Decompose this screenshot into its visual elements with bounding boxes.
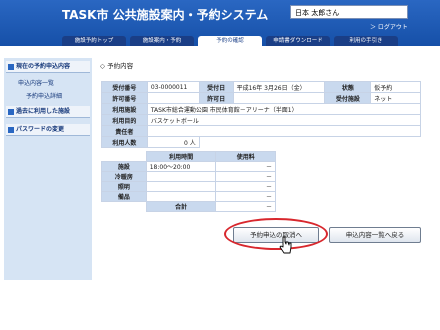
main-nav: 施設予約トップ 施設案内・予約 予約の確認 申請書ダウンロード 利用の手引き bbox=[62, 36, 398, 46]
table-row: 利用人数 0 人 bbox=[101, 136, 421, 148]
person-value bbox=[146, 125, 422, 137]
usage-row-time bbox=[145, 191, 217, 202]
table-row: 許可番号 許可日 受付施設 ネット bbox=[101, 92, 421, 104]
sidebar-sub-reservation-detail[interactable]: 予約申込詳細 bbox=[26, 91, 62, 100]
square-bullet-icon bbox=[8, 64, 14, 70]
user-name-box: 日本 太郎さん bbox=[290, 5, 408, 19]
purpose-value: バスケットボール bbox=[146, 114, 422, 126]
square-bullet-icon bbox=[8, 127, 14, 133]
purpose-label: 利用目的 bbox=[101, 114, 148, 126]
usage-row-label: 冷暖房 bbox=[101, 171, 147, 182]
usage-row-time bbox=[145, 181, 217, 192]
table-row: 利用施設 TASK市総合運動公園 市民体育館－アリーナ（半面1） bbox=[101, 103, 422, 115]
method-label: 受付施設 bbox=[324, 92, 372, 104]
table-row: 照明 － bbox=[101, 181, 276, 192]
usage-row-label: 備品 bbox=[101, 191, 147, 202]
tab-download[interactable]: 申請書ダウンロード bbox=[266, 36, 330, 46]
table-row: 施設 18:00～20:00 － bbox=[101, 161, 276, 172]
table-row: 責任者 bbox=[101, 125, 422, 137]
receipt-no-label: 受付番号 bbox=[101, 81, 148, 93]
receipt-no-value: 03-0000011 bbox=[146, 81, 200, 93]
count-value: 0 人 bbox=[146, 136, 200, 148]
sidebar-item-past-facilities[interactable]: 過去に利用した施設 bbox=[6, 106, 90, 118]
tab-reservation-top[interactable]: 施設予約トップ bbox=[62, 36, 126, 46]
method-value: ネット bbox=[370, 92, 421, 104]
red-highlight-ellipse bbox=[224, 218, 328, 250]
sidebar: 現在の予約申込内容 申込内容一覧 予約申込詳細 過去に利用した施設 パスワードの… bbox=[4, 58, 92, 280]
usage-total-label: 合計 bbox=[145, 201, 217, 212]
usage-row-fee: － bbox=[215, 181, 276, 192]
usage-total-value: － bbox=[215, 201, 276, 212]
permit-date-label: 許可日 bbox=[198, 92, 234, 104]
reservation-info-table: 受付番号 03-0000011 受付日 平成16年 3月26日（金） 状態 仮予… bbox=[101, 81, 422, 148]
usage-row-time bbox=[145, 171, 217, 182]
facility-value: TASK市総合運動公園 市民体育館－アリーナ（半面1） bbox=[146, 103, 422, 115]
table-row: 利用目的 バスケットボール bbox=[101, 114, 422, 126]
usage-row-label: 照明 bbox=[101, 181, 147, 192]
header-bar: TASK市 公共施設案内・予約システム 日本 太郎さん ＞ ログアウト 施設予約… bbox=[0, 0, 440, 46]
tab-reservation-check[interactable]: 予約の確認 bbox=[198, 36, 262, 46]
app-title: TASK市 公共施設案内・予約システム bbox=[62, 8, 269, 22]
table-header-row: 利用時間 使用料 bbox=[102, 151, 276, 162]
tab-facility-info[interactable]: 施設案内・予約 bbox=[130, 36, 194, 46]
receipt-date-label: 受付日 bbox=[198, 81, 234, 93]
permit-date-value bbox=[232, 92, 326, 104]
status-label: 状態 bbox=[324, 81, 372, 93]
table-row: 合計 － bbox=[102, 201, 276, 212]
back-to-list-button[interactable]: 申込内容一覧へ戻る bbox=[329, 227, 421, 243]
facility-label: 利用施設 bbox=[101, 103, 148, 115]
mouse-pointer-icon bbox=[279, 236, 292, 254]
person-label: 責任者 bbox=[101, 125, 148, 137]
permit-no-label: 許可番号 bbox=[101, 92, 148, 104]
section-title: ◇ 予約内容 bbox=[100, 62, 134, 70]
square-bullet-icon bbox=[8, 109, 14, 115]
table-row: 冷暖房 － bbox=[101, 171, 276, 182]
usage-row-label: 施設 bbox=[101, 161, 147, 172]
permit-no-value bbox=[146, 92, 200, 104]
usage-row-fee: － bbox=[215, 161, 276, 172]
usage-fee-header: 使用料 bbox=[215, 151, 276, 162]
table-row: 受付番号 03-0000011 受付日 平成16年 3月26日（金） 状態 仮予… bbox=[101, 81, 421, 93]
usage-fee-table: 利用時間 使用料 施設 18:00～20:00 － 冷暖房 － 照明 － 備品 … bbox=[101, 151, 276, 212]
usage-row-fee: － bbox=[215, 191, 276, 202]
tab-guide[interactable]: 利用の手引き bbox=[334, 36, 398, 46]
usage-time-header: 利用時間 bbox=[145, 151, 217, 162]
usage-row-fee: － bbox=[215, 171, 276, 182]
sidebar-item-current-reservations[interactable]: 現在の予約申込内容 bbox=[6, 61, 90, 73]
logout-link[interactable]: ＞ ログアウト bbox=[370, 22, 408, 31]
sidebar-item-password-change[interactable]: パスワードの変更 bbox=[6, 124, 90, 136]
usage-row-time: 18:00～20:00 bbox=[145, 161, 217, 172]
sidebar-sub-application-list[interactable]: 申込内容一覧 bbox=[18, 78, 54, 87]
count-label: 利用人数 bbox=[101, 136, 148, 148]
receipt-date-value: 平成16年 3月26日（金） bbox=[232, 81, 326, 93]
table-row: 備品 － bbox=[101, 191, 276, 202]
status-value: 仮予約 bbox=[370, 81, 421, 93]
